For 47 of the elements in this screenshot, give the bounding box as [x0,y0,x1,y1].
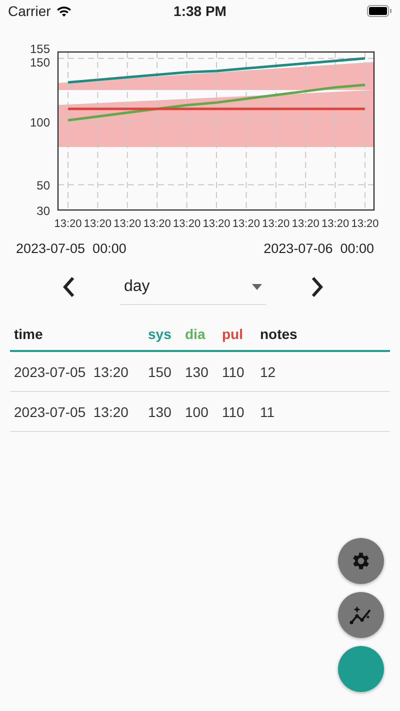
battery-icon [366,5,392,17]
x-tick-label: 13:20 [84,218,112,230]
table-cell-text: 2023-07-05 13:20 [13,404,130,420]
y-tick-label: 150 [30,55,50,70]
chevron-right-icon [310,276,324,298]
chevron-left-icon [62,276,76,298]
column-header: dia [185,326,206,342]
settings-button[interactable] [338,538,384,584]
wifi-icon [56,5,72,17]
table-cell: 12 [260,364,276,380]
y-tick-label: 30 [36,204,50,218]
column-header: sys [148,326,172,342]
settings-icon [350,550,372,572]
range-start-label: 2023-07-05 00:00 [16,240,126,256]
x-tick-label: 13:20 [114,218,142,230]
column-header: time [13,326,44,342]
table-cell-text: 110 [222,404,246,420]
table-cell-text: 130 [185,364,210,380]
period-value: day [124,278,150,296]
x-tick-label: 13:20 [232,218,260,230]
y-tick-label: 100 [30,116,50,130]
sparkle-chart-icon [349,604,373,626]
table-cell-text: 100 [185,404,210,420]
column-header: notes [260,326,298,342]
x-tick-label: 13:20 [292,218,320,230]
dropdown-caret-icon [252,284,262,290]
table-cell-text: 110 [222,364,246,380]
table-cell-text: 130 [148,404,172,420]
table-cell-text: 150 [148,364,172,380]
column-header: pul [222,326,244,342]
action-button[interactable] [338,646,384,692]
period-dropdown[interactable]: day [120,270,266,304]
status-time: 1:38 PM [174,3,226,19]
x-tick-label: 13:20 [202,218,230,230]
y-tick-label: 155 [30,42,50,56]
range-end-label: 2023-07-06 00:00 [264,240,374,256]
x-tick-label: 13:20 [54,218,82,230]
x-tick-label: 13:20 [351,218,379,230]
x-tick-label: 13:20 [173,218,201,230]
x-tick-label: 13:20 [322,218,350,230]
insights-button[interactable] [338,592,384,638]
x-tick-label: 13:20 [262,218,290,230]
carrier-label: Carrier [8,3,51,19]
y-tick-label: 50 [36,178,50,193]
table-cell: 11 [260,404,275,420]
x-tick-label: 13:20 [143,218,171,230]
table-cell-text: 2023-07-05 13:20 [13,364,130,380]
